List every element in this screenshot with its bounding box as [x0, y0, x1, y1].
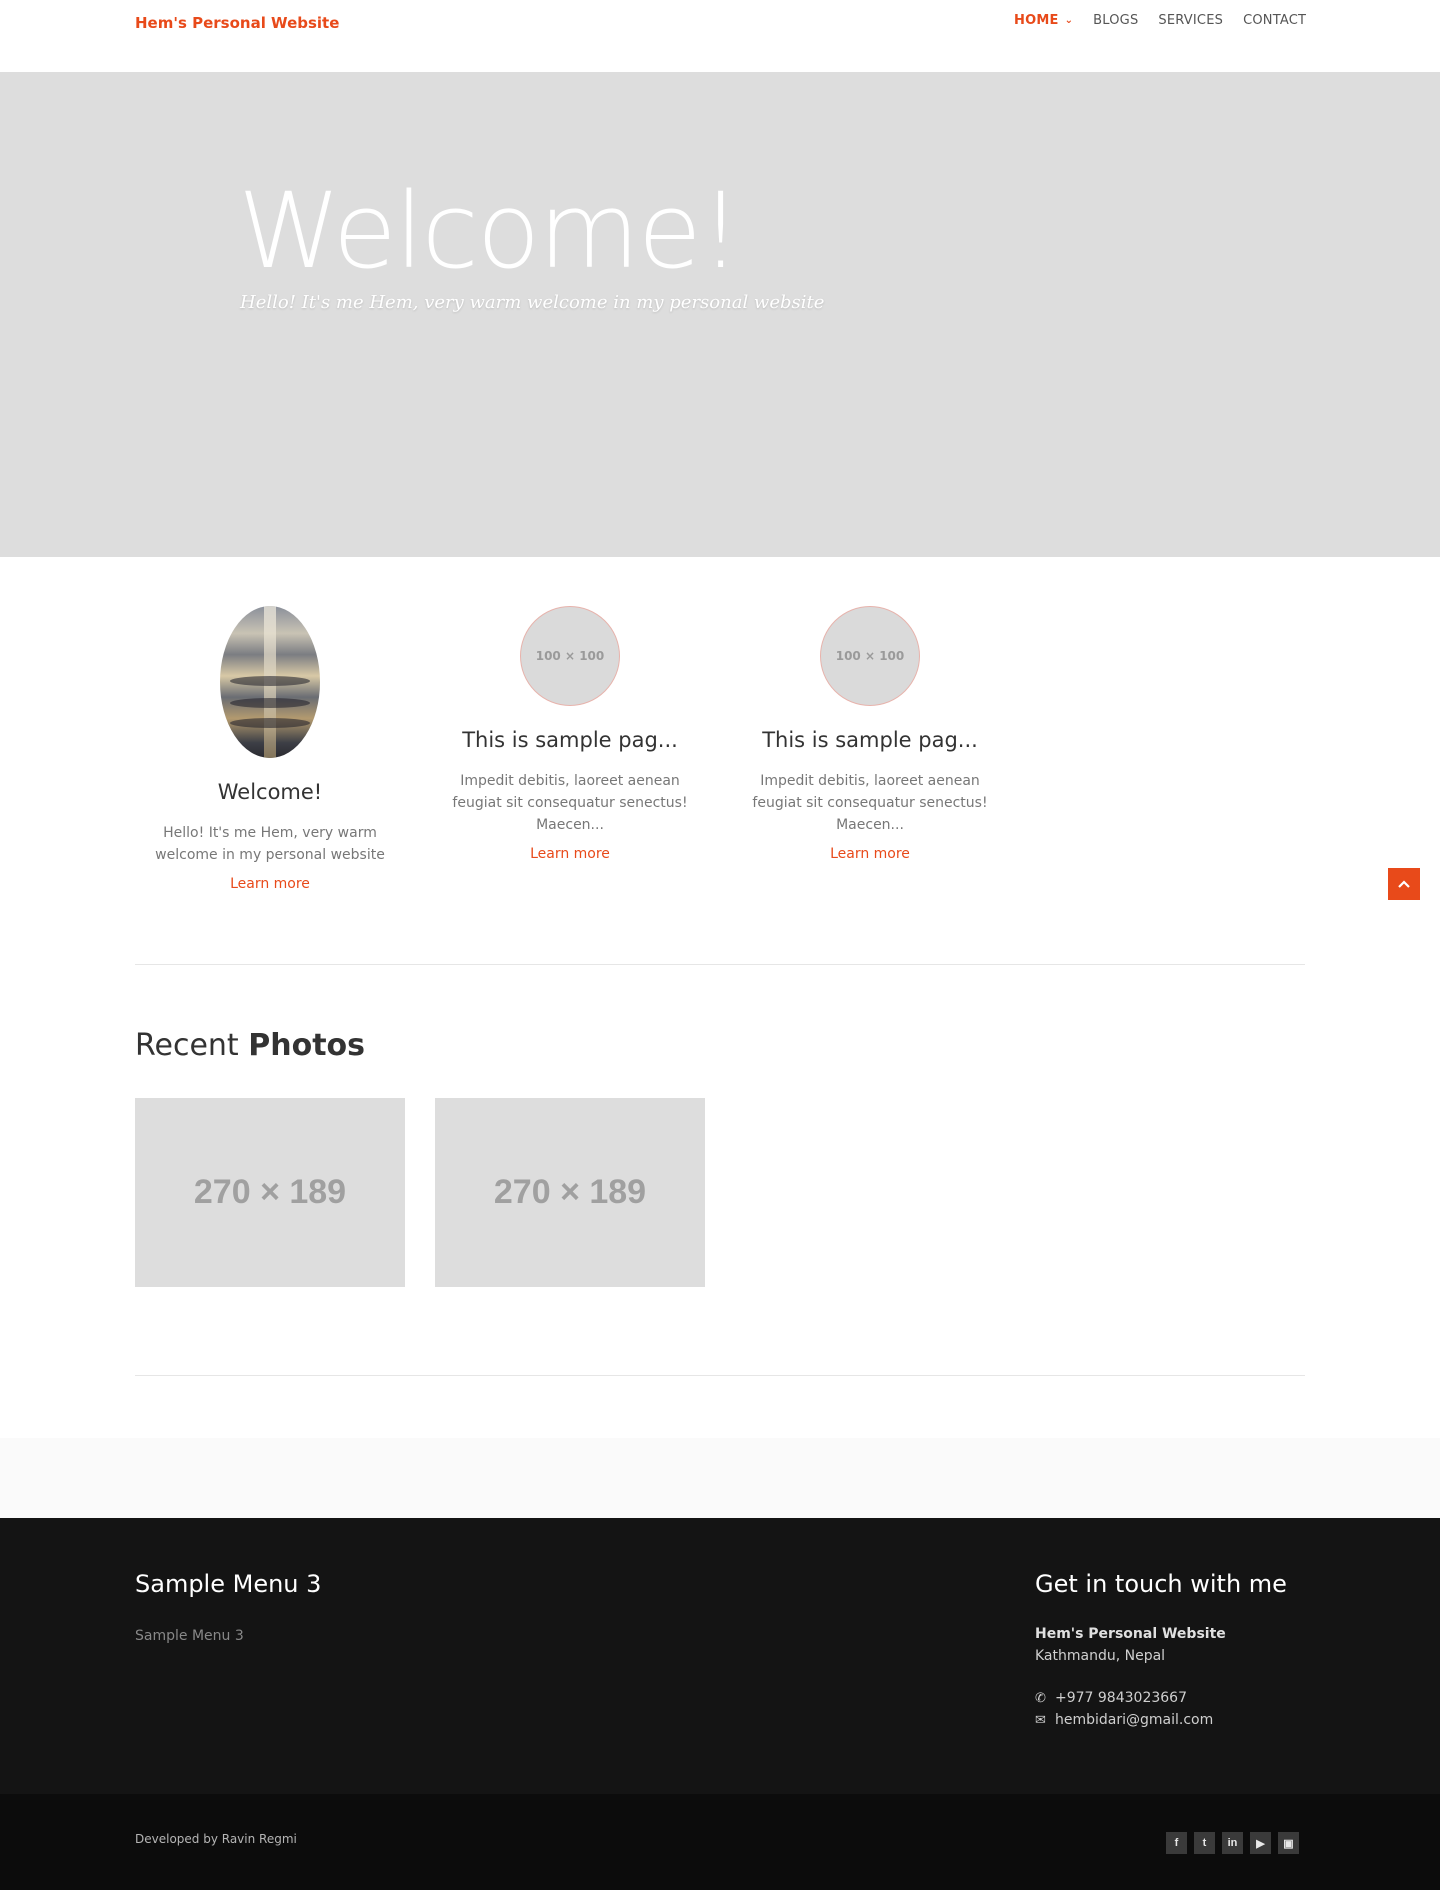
nav-contact[interactable]: CONTACT: [1243, 13, 1306, 28]
feature-text: Hello! It's me Hem, very warm welcome in…: [155, 825, 385, 863]
recent-photos-heading: Recent Photos: [135, 1028, 365, 1063]
contact-name: Hem's Personal Website: [1035, 1626, 1226, 1642]
feature-text: Impedit debitis, laoreet aenean feugiat …: [752, 773, 988, 833]
chevron-up-icon: [1398, 880, 1410, 888]
heading-bold: Photos: [248, 1028, 365, 1063]
main-nav: HOME ⌄ BLOGS SERVICES CONTACT: [1014, 13, 1326, 28]
heading-light: Recent: [135, 1028, 239, 1063]
youtube-icon[interactable]: ▶: [1250, 1832, 1271, 1854]
spacer-band: [0, 1438, 1440, 1518]
hero-banner: Welcome! Hello! It's me Hem, very warm w…: [0, 72, 1440, 557]
envelope-icon: ✉: [1035, 1713, 1046, 1728]
feature-image-placeholder: 100 × 100: [820, 606, 920, 706]
developer-credit: Developed by Ravin Regmi: [135, 1832, 297, 1846]
scroll-to-top-button[interactable]: [1388, 868, 1420, 900]
hero-subtitle: Hello! It's me Hem, very warm welcome in…: [240, 292, 825, 313]
features-section: Welcome! Hello! It's me Hem, very warm w…: [135, 606, 1305, 916]
linkedin-icon[interactable]: in: [1222, 1832, 1243, 1854]
learn-more-link[interactable]: Learn more: [530, 846, 610, 862]
section-divider: [135, 964, 1305, 965]
hero-title: Welcome!: [238, 170, 741, 292]
email-address[interactable]: hembidari@gmail.com: [1055, 1712, 1213, 1728]
site-footer: Sample Menu 3 Sample Menu 3 Get in touch…: [0, 1518, 1440, 1794]
learn-more-link[interactable]: Learn more: [230, 876, 310, 892]
feature-title: This is sample pag...: [462, 728, 678, 752]
site-header: Hem's Personal Website HOME ⌄ BLOGS SERVI…: [0, 0, 1440, 72]
instagram-icon[interactable]: ▣: [1278, 1832, 1299, 1854]
section-divider: [135, 1375, 1305, 1376]
feature-image-placeholder: 100 × 100: [520, 606, 620, 706]
photo-placeholder[interactable]: 270 × 189: [135, 1098, 405, 1287]
social-links: f t in ▶ ▣: [1166, 1832, 1306, 1854]
photo-placeholder[interactable]: 270 × 189: [435, 1098, 705, 1287]
feature-card: 100 × 100 This is sample pag... Impedit …: [735, 606, 1005, 862]
phone-icon: ✆: [1035, 1691, 1046, 1706]
footer-bottom-bar: Developed by Ravin Regmi f t in ▶ ▣: [0, 1794, 1440, 1890]
contact-email: ✉ hembidari@gmail.com: [1035, 1712, 1213, 1728]
phone-number: +977 9843023667: [1055, 1690, 1187, 1706]
feature-card: 100 × 100 This is sample pag... Impedit …: [435, 606, 705, 862]
footer-menu-link[interactable]: Sample Menu 3: [135, 1628, 244, 1644]
feature-title: Welcome!: [217, 780, 323, 804]
feature-image: [220, 606, 320, 758]
contact-phone: ✆ +977 9843023667: [1035, 1690, 1187, 1706]
footer-contact-heading: Get in touch with me: [1035, 1570, 1287, 1598]
nav-home-label: HOME: [1014, 13, 1059, 28]
nav-services[interactable]: SERVICES: [1158, 13, 1223, 28]
nav-blogs[interactable]: BLOGS: [1093, 13, 1138, 28]
footer-menu-heading: Sample Menu 3: [135, 1570, 322, 1598]
learn-more-link[interactable]: Learn more: [830, 846, 910, 862]
twitter-icon[interactable]: t: [1194, 1832, 1215, 1854]
feature-text: Impedit debitis, laoreet aenean feugiat …: [452, 773, 688, 833]
contact-location: Kathmandu, Nepal: [1035, 1648, 1166, 1664]
facebook-icon[interactable]: f: [1166, 1832, 1187, 1854]
feature-title: This is sample pag...: [762, 728, 978, 752]
feature-card: Welcome! Hello! It's me Hem, very warm w…: [135, 606, 405, 892]
brand-logo[interactable]: Hem's Personal Website: [135, 14, 339, 32]
chevron-down-icon: ⌄: [1064, 15, 1074, 26]
nav-home[interactable]: HOME ⌄: [1014, 13, 1073, 28]
